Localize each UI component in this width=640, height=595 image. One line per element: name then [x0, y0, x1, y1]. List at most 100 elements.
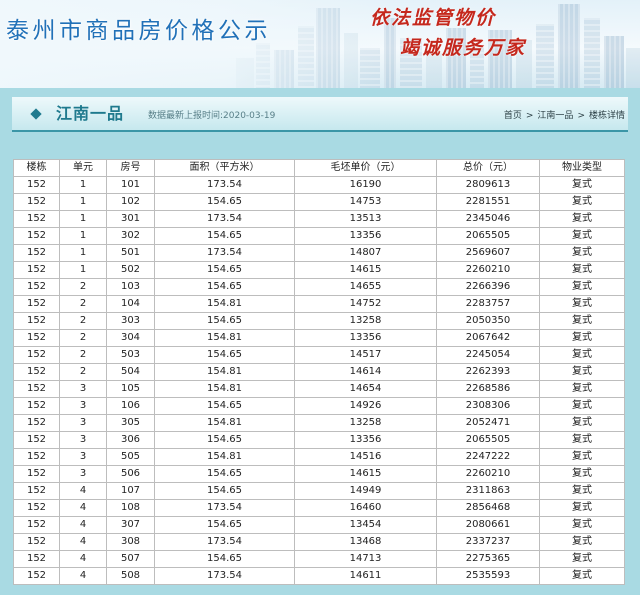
table-row: 152 3 105 154.81 14654 2268586 复式 [14, 381, 624, 397]
cell-room: 108 [107, 500, 154, 516]
cell-room: 504 [107, 364, 154, 380]
table-row: 152 2 103 154.65 14655 2266396 复式 [14, 279, 624, 295]
cell-room: 302 [107, 228, 154, 244]
cell-area: 154.65 [155, 279, 294, 295]
breadcrumb-project-link[interactable]: 江南一品 [537, 110, 573, 122]
cell-total-price: 2052471 [437, 415, 539, 431]
cell-building: 152 [14, 330, 59, 346]
cell-area: 154.65 [155, 466, 294, 482]
cell-room: 105 [107, 381, 154, 397]
cell-property-type: 复式 [540, 432, 624, 448]
cell-unit-price: 14926 [295, 398, 436, 414]
table-row: 152 2 504 154.81 14614 2262393 复式 [14, 364, 624, 380]
table-row: 152 1 302 154.65 13356 2065505 复式 [14, 228, 624, 244]
table-header-row: 楼栋 单元 房号 面积（平方米） 毛坯单价（元） 总价（元） 物业类型 [14, 160, 624, 176]
cell-total-price: 2345046 [437, 211, 539, 227]
cell-unit-price: 14654 [295, 381, 436, 397]
cell-unit-price: 13356 [295, 330, 436, 346]
cell-unit: 1 [60, 194, 106, 210]
table-row: 152 4 108 173.54 16460 2856468 复式 [14, 500, 624, 516]
cell-building: 152 [14, 415, 59, 431]
table-row: 152 4 308 173.54 13468 2337237 复式 [14, 534, 624, 550]
cell-unit: 4 [60, 483, 106, 499]
cell-unit: 4 [60, 534, 106, 550]
cell-area: 154.81 [155, 296, 294, 312]
cell-unit-price: 14753 [295, 194, 436, 210]
table-row: 152 4 507 154.65 14713 2275365 复式 [14, 551, 624, 567]
cell-area: 173.54 [155, 534, 294, 550]
cell-unit-price: 16190 [295, 177, 436, 193]
cell-total-price: 2275365 [437, 551, 539, 567]
cell-property-type: 复式 [540, 381, 624, 397]
breadcrumb-home-link[interactable]: 首页 [504, 110, 522, 122]
cell-unit: 4 [60, 551, 106, 567]
cell-property-type: 复式 [540, 347, 624, 363]
table-row: 152 2 303 154.65 13258 2050350 复式 [14, 313, 624, 329]
cell-area: 154.81 [155, 330, 294, 346]
cell-building: 152 [14, 228, 59, 244]
cell-property-type: 复式 [540, 568, 624, 584]
cell-building: 152 [14, 211, 59, 227]
cell-building: 152 [14, 262, 59, 278]
cell-total-price: 2308306 [437, 398, 539, 414]
cell-area: 173.54 [155, 177, 294, 193]
table-row: 152 4 107 154.65 14949 2311863 复式 [14, 483, 624, 499]
cell-total-price: 2281551 [437, 194, 539, 210]
cell-total-price: 2856468 [437, 500, 539, 516]
table-row: 152 1 101 173.54 16190 2809613 复式 [14, 177, 624, 193]
cell-room: 104 [107, 296, 154, 312]
cell-total-price: 2065505 [437, 228, 539, 244]
project-title: 江南一品 [56, 104, 125, 123]
cell-total-price: 2065505 [437, 432, 539, 448]
cell-unit-price: 14614 [295, 364, 436, 380]
cell-unit: 1 [60, 262, 106, 278]
cell-property-type: 复式 [540, 211, 624, 227]
cell-property-type: 复式 [540, 466, 624, 482]
cell-area: 154.65 [155, 551, 294, 567]
cell-total-price: 2050350 [437, 313, 539, 329]
column-header-room: 房号 [107, 160, 154, 176]
table-row: 152 4 307 154.65 13454 2080661 复式 [14, 517, 624, 533]
cell-unit: 2 [60, 313, 106, 329]
cell-area: 154.65 [155, 432, 294, 448]
slogan-line-1: 依法监管物价 [370, 7, 497, 29]
cell-property-type: 复式 [540, 296, 624, 312]
cell-room: 307 [107, 517, 154, 533]
cell-area: 154.65 [155, 517, 294, 533]
cell-unit: 2 [60, 347, 106, 363]
update-time: 数据最新上报时间:2020-03-19 [148, 111, 276, 121]
cell-total-price: 2311863 [437, 483, 539, 499]
cell-building: 152 [14, 194, 59, 210]
table-row: 152 4 508 173.54 14611 2535593 复式 [14, 568, 624, 584]
cell-property-type: 复式 [540, 449, 624, 465]
cell-property-type: 复式 [540, 500, 624, 516]
cell-room: 305 [107, 415, 154, 431]
cell-unit: 1 [60, 245, 106, 261]
cell-building: 152 [14, 398, 59, 414]
cell-property-type: 复式 [540, 194, 624, 210]
cell-property-type: 复式 [540, 517, 624, 533]
cell-area: 154.65 [155, 313, 294, 329]
cell-unit: 4 [60, 568, 106, 584]
diamond-icon [30, 108, 42, 120]
cell-building: 152 [14, 534, 59, 550]
price-table-header: 楼栋 单元 房号 面积（平方米） 毛坯单价（元） 总价（元） 物业类型 [14, 160, 624, 176]
cell-total-price: 2535593 [437, 568, 539, 584]
cell-total-price: 2245054 [437, 347, 539, 363]
cell-building: 152 [14, 483, 59, 499]
cell-total-price: 2268586 [437, 381, 539, 397]
cell-unit: 1 [60, 177, 106, 193]
table-row: 152 1 301 173.54 13513 2345046 复式 [14, 211, 624, 227]
slogan-line-2: 竭诚服务万家 [400, 37, 527, 59]
cell-total-price: 2067642 [437, 330, 539, 346]
cell-total-price: 2266396 [437, 279, 539, 295]
cell-area: 154.65 [155, 262, 294, 278]
column-header-property-type: 物业类型 [540, 160, 624, 176]
cell-property-type: 复式 [540, 398, 624, 414]
cell-unit: 3 [60, 466, 106, 482]
cell-building: 152 [14, 432, 59, 448]
cell-building: 152 [14, 449, 59, 465]
cell-unit-price: 16460 [295, 500, 436, 516]
cell-area: 173.54 [155, 500, 294, 516]
cell-unit: 2 [60, 364, 106, 380]
